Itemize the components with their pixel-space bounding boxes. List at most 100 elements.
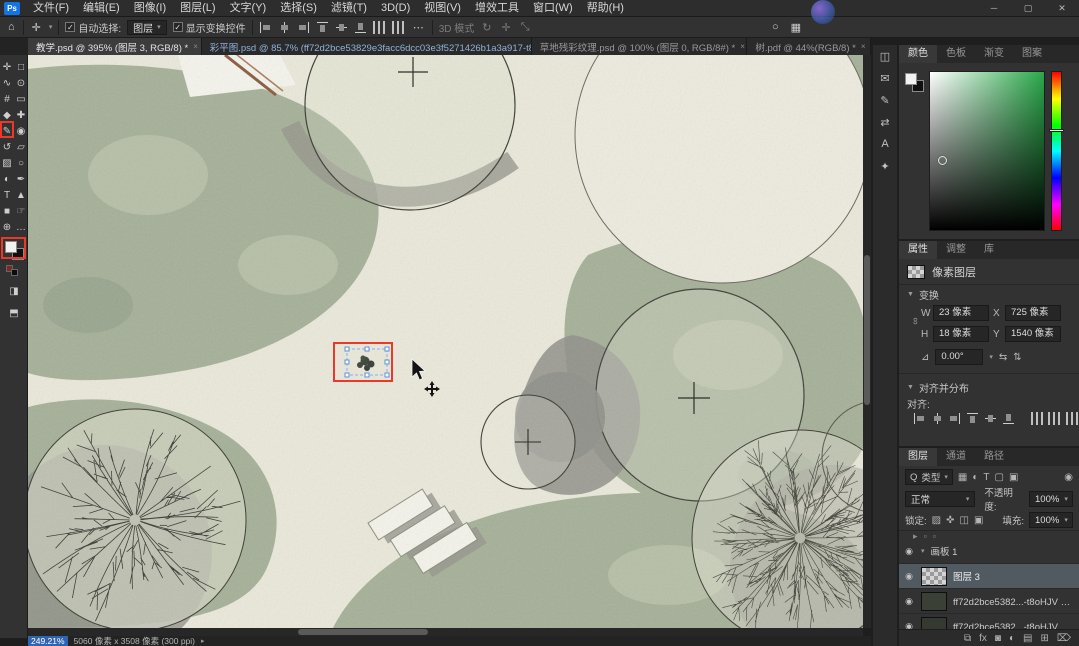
- doc-tab-caodi[interactable]: 草地残彩纹理.psd @ 100% (图层 0, RGB/8#) * ×: [531, 38, 748, 55]
- 3d-pan-icon[interactable]: ✛: [499, 21, 512, 34]
- visibility-eye-icon[interactable]: ◉: [903, 596, 915, 607]
- visibility-eye-icon[interactable]: ◉: [903, 571, 915, 582]
- new-layer-icon[interactable]: ⊞: [1040, 633, 1048, 644]
- scrollbar-thumb[interactable]: [298, 629, 428, 635]
- tab-color[interactable]: 颜色: [899, 45, 937, 63]
- delete-layer-icon[interactable]: ⌦: [1057, 633, 1071, 644]
- vertical-scrollbar[interactable]: [863, 55, 871, 628]
- clone-stamp-tool[interactable]: ◉: [14, 123, 28, 139]
- align-left-icon[interactable]: [913, 412, 926, 425]
- foreground-color-swatch[interactable]: [5, 241, 17, 253]
- shape-tool[interactable]: ■: [0, 203, 14, 219]
- width-field[interactable]: 23 像素: [933, 305, 989, 321]
- align-right-icon[interactable]: [297, 21, 310, 34]
- flip-vertical-icon[interactable]: ⇅: [1013, 352, 1021, 363]
- close-tab-icon[interactable]: ×: [193, 42, 198, 51]
- layer-thumbnail[interactable]: [921, 591, 947, 611]
- filter-type-icon[interactable]: T: [983, 472, 989, 483]
- align-top-icon[interactable]: [316, 21, 329, 34]
- color-swatch-widget[interactable]: [5, 241, 25, 260]
- menu-image[interactable]: 图像(I): [127, 0, 173, 17]
- move-tool[interactable]: ✛: [0, 59, 14, 75]
- filter-smart-icon[interactable]: ▣: [1009, 472, 1018, 483]
- layer-filter-dropdown[interactable]: Q 类型 ▾: [905, 469, 953, 485]
- align-top-icon[interactable]: [966, 412, 979, 425]
- frame-tool[interactable]: ▭: [14, 91, 28, 107]
- comments-icon[interactable]: ✉: [873, 67, 897, 89]
- zoom-level-field[interactable]: 249.21%: [28, 636, 68, 646]
- artboard-row[interactable]: ◉ ▾ 画板 1: [899, 539, 1079, 564]
- y-field[interactable]: 1540 像素: [1005, 326, 1061, 342]
- tab-gradients[interactable]: 渐变: [975, 45, 1013, 63]
- doc-tab-caipingtu[interactable]: 彩平图.psd @ 85.7% (ff72d2bce53829e3facc6dc…: [201, 38, 532, 55]
- layer-thumbnail[interactable]: [921, 566, 947, 586]
- align-hcenter-icon[interactable]: [278, 21, 291, 34]
- tab-patterns[interactable]: 图案: [1013, 45, 1051, 63]
- align-bottom-icon[interactable]: [354, 21, 367, 34]
- visibility-eye-icon[interactable]: ◉: [903, 546, 915, 557]
- rotation-field[interactable]: 0.00°: [935, 349, 984, 365]
- history-brush-tool[interactable]: ↺: [0, 139, 14, 155]
- distribute-h-icon[interactable]: [1030, 412, 1044, 425]
- edit-toolbar-icon[interactable]: …: [14, 219, 28, 235]
- eyedropper-tool[interactable]: ◆: [0, 107, 14, 123]
- hue-slider[interactable]: [1051, 71, 1062, 231]
- layer-style-icon[interactable]: fx: [979, 633, 987, 644]
- lock-pixels-icon[interactable]: ✜: [946, 515, 954, 526]
- doc-tab-jiaoxue[interactable]: 教学.psd @ 395% (图层 3, RGB/8) * ×: [28, 38, 202, 55]
- transform-section-header[interactable]: ▼ 变换: [899, 285, 1079, 303]
- fill-field[interactable]: 100% ▾: [1029, 512, 1073, 528]
- exchange-icon[interactable]: ⇄: [873, 111, 897, 133]
- brush-tool[interactable]: ✎: [0, 123, 14, 139]
- align-vcenter-icon[interactable]: [984, 412, 997, 425]
- distribute-v-icon[interactable]: [1048, 412, 1062, 425]
- tab-swatches[interactable]: 色板: [937, 45, 975, 63]
- quick-mask-icon[interactable]: ◨: [7, 283, 21, 299]
- align-hcenter-icon[interactable]: [931, 412, 944, 425]
- lasso-tool[interactable]: ∿: [0, 75, 14, 91]
- 3d-orbit-icon[interactable]: ↻: [480, 21, 493, 34]
- default-swatches-widget[interactable]: [6, 265, 20, 277]
- tab-paths[interactable]: 路径: [975, 448, 1013, 466]
- 3d-dolly-icon[interactable]: ⤡: [519, 21, 532, 34]
- hand-tool[interactable]: ☞: [14, 203, 28, 219]
- zoom-tool[interactable]: ⊕: [0, 219, 14, 235]
- marquee-tool[interactable]: □: [14, 59, 28, 75]
- align-section-header[interactable]: ▼ 对齐并分布: [899, 378, 1079, 396]
- tab-properties[interactable]: 属性: [899, 241, 937, 259]
- saturation-brightness-field[interactable]: [929, 71, 1045, 231]
- tab-channels[interactable]: 通道: [937, 448, 975, 466]
- align-vcenter-icon[interactable]: [335, 21, 348, 34]
- layer-mask-icon[interactable]: ◙: [995, 633, 1001, 644]
- group-layers-icon[interactable]: ▤: [1023, 633, 1032, 644]
- foreground-color-swatch[interactable]: [905, 73, 917, 85]
- menu-plugins[interactable]: 增效工具: [468, 0, 526, 17]
- lock-all-icon[interactable]: ▣: [974, 515, 983, 526]
- glyphs-icon[interactable]: A: [873, 133, 897, 155]
- panel-fg-bg-swatches[interactable]: [905, 73, 925, 93]
- chevron-down-icon[interactable]: ▾: [921, 547, 925, 555]
- search-icon[interactable]: ○: [770, 21, 781, 33]
- filter-shape-icon[interactable]: ▢: [995, 472, 1004, 483]
- lock-transparency-icon[interactable]: ▨: [932, 515, 941, 526]
- chevron-right-icon[interactable]: ▸: [201, 637, 205, 645]
- close-tab-icon[interactable]: ×: [861, 42, 866, 51]
- dodge-tool[interactable]: ◐: [0, 171, 14, 187]
- brushes-icon[interactable]: ✎: [873, 89, 897, 111]
- menu-filter[interactable]: 滤镜(T): [324, 0, 374, 17]
- maximize-button[interactable]: ▢: [1011, 0, 1045, 17]
- blend-mode-dropdown[interactable]: 正常 ▾: [905, 491, 976, 507]
- chevron-down-icon[interactable]: ▾: [989, 353, 993, 361]
- x-field[interactable]: 725 像素: [1005, 305, 1061, 321]
- document-canvas[interactable]: [28, 55, 871, 628]
- tab-layers[interactable]: 图层: [899, 448, 937, 466]
- opacity-field[interactable]: 100% ▾: [1029, 491, 1073, 507]
- minimize-button[interactable]: ─: [977, 0, 1011, 17]
- scrollbar-thumb[interactable]: [864, 255, 870, 405]
- layer-row-selected[interactable]: ◉ 图层 3: [899, 564, 1079, 589]
- crop-tool[interactable]: #: [0, 91, 14, 107]
- creative-cloud-badge-icon[interactable]: [811, 0, 835, 24]
- show-transform-checkbox[interactable]: ✓ 显示变换控件: [172, 20, 246, 35]
- gradient-tool[interactable]: ▨: [0, 155, 14, 171]
- pen-tool[interactable]: ✒: [14, 171, 28, 187]
